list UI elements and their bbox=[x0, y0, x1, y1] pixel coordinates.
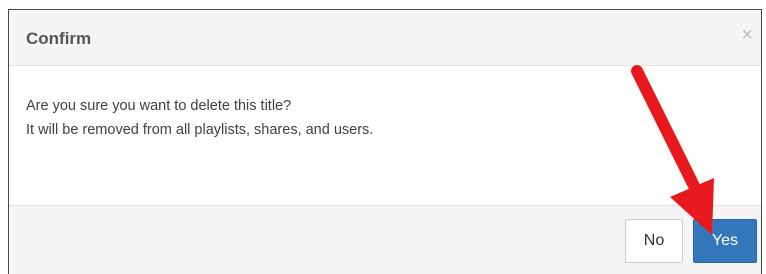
dialog-title: Confirm bbox=[26, 29, 92, 48]
close-icon[interactable]: × bbox=[741, 25, 753, 45]
no-button[interactable]: No bbox=[625, 219, 683, 263]
dialog-footer: No Yes bbox=[9, 206, 761, 274]
dialog-header: Confirm × bbox=[9, 10, 761, 66]
yes-button[interactable]: Yes bbox=[693, 219, 757, 263]
dialog-message-line-2: It will be removed from all playlists, s… bbox=[26, 122, 374, 138]
confirm-dialog: Confirm × Are you sure you want to delet… bbox=[8, 9, 762, 274]
dialog-message-line-1: Are you sure you want to delete this tit… bbox=[26, 98, 292, 114]
dialog-body: Are you sure you want to delete this tit… bbox=[9, 66, 761, 206]
